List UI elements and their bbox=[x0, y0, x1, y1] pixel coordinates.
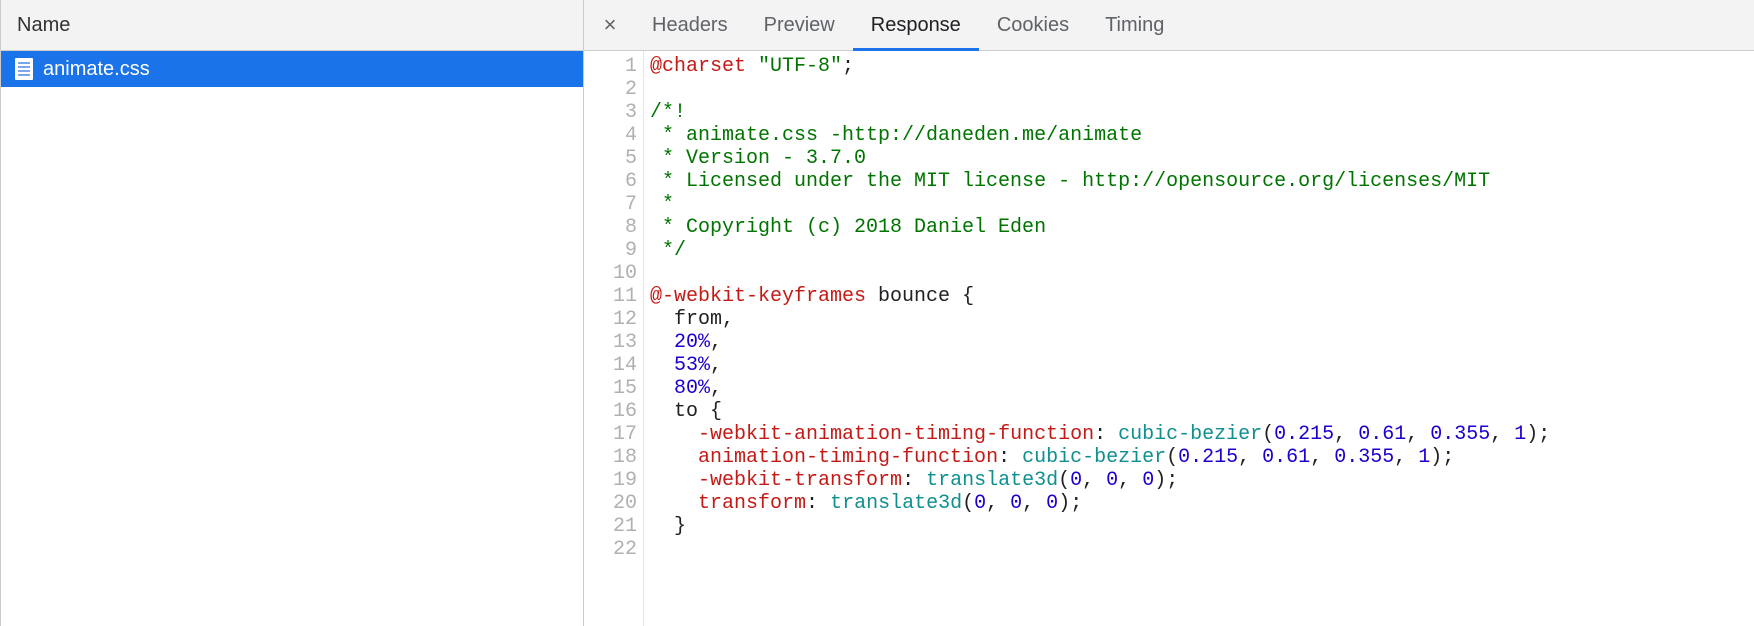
line-number: 15 bbox=[584, 377, 637, 400]
code-line: @charset "UTF-8"; bbox=[650, 55, 1754, 78]
tab-timing[interactable]: Timing bbox=[1087, 0, 1182, 51]
code-line: transform: translate3d(0, 0, 0); bbox=[650, 492, 1754, 515]
line-number: 12 bbox=[584, 308, 637, 331]
code-line bbox=[650, 262, 1754, 285]
code-line: 80%, bbox=[650, 377, 1754, 400]
request-list[interactable]: animate.css bbox=[1, 51, 583, 626]
line-number: 2 bbox=[584, 78, 637, 101]
detail-tabs-header: × Headers Preview Response Cookies Timin… bbox=[584, 0, 1754, 51]
line-number: 21 bbox=[584, 515, 637, 538]
line-number-gutter: 12345678910111213141516171819202122 bbox=[584, 51, 644, 626]
code-line: to { bbox=[650, 400, 1754, 423]
code-line bbox=[650, 78, 1754, 101]
line-number: 9 bbox=[584, 239, 637, 262]
code-line: -webkit-animation-timing-function: cubic… bbox=[650, 423, 1754, 446]
tab-cookies[interactable]: Cookies bbox=[979, 0, 1087, 51]
line-number: 17 bbox=[584, 423, 637, 446]
tab-preview[interactable]: Preview bbox=[746, 0, 853, 51]
response-source-view[interactable]: 12345678910111213141516171819202122 @cha… bbox=[584, 51, 1754, 626]
file-icon bbox=[15, 58, 33, 80]
line-number: 4 bbox=[584, 124, 637, 147]
line-number: 20 bbox=[584, 492, 637, 515]
code-line: * Version - 3.7.0 bbox=[650, 147, 1754, 170]
line-number: 1 bbox=[584, 55, 637, 78]
code-line: -webkit-transform: translate3d(0, 0, 0); bbox=[650, 469, 1754, 492]
line-number: 16 bbox=[584, 400, 637, 423]
code-line: /*! bbox=[650, 101, 1754, 124]
code-line: @-webkit-keyframes bounce { bbox=[650, 285, 1754, 308]
tab-response[interactable]: Response bbox=[853, 0, 979, 51]
line-number: 14 bbox=[584, 354, 637, 377]
line-number: 6 bbox=[584, 170, 637, 193]
line-number: 5 bbox=[584, 147, 637, 170]
code-line bbox=[650, 538, 1754, 561]
request-list-header[interactable]: Name bbox=[1, 0, 583, 51]
code-line: } bbox=[650, 515, 1754, 538]
line-number: 22 bbox=[584, 538, 637, 561]
request-row[interactable]: animate.css bbox=[1, 51, 583, 87]
code-line: * Copyright (c) 2018 Daniel Eden bbox=[650, 216, 1754, 239]
devtools-network-panel: Name animate.css × Headers Preview Respo… bbox=[0, 0, 1754, 626]
tab-headers[interactable]: Headers bbox=[634, 0, 746, 51]
code-line: 53%, bbox=[650, 354, 1754, 377]
line-number: 10 bbox=[584, 262, 637, 285]
request-name: animate.css bbox=[43, 58, 150, 81]
request-detail-pane: × Headers Preview Response Cookies Timin… bbox=[584, 0, 1754, 626]
code-line: from, bbox=[650, 308, 1754, 331]
line-number: 7 bbox=[584, 193, 637, 216]
line-number: 19 bbox=[584, 469, 637, 492]
code-line: * bbox=[650, 193, 1754, 216]
close-icon[interactable]: × bbox=[594, 9, 626, 41]
line-number: 11 bbox=[584, 285, 637, 308]
source-code[interactable]: @charset "UTF-8"; /*! * animate.css -htt… bbox=[644, 51, 1754, 626]
line-number: 18 bbox=[584, 446, 637, 469]
line-number: 8 bbox=[584, 216, 637, 239]
line-number: 3 bbox=[584, 101, 637, 124]
code-line: */ bbox=[650, 239, 1754, 262]
code-line: * Licensed under the MIT license - http:… bbox=[650, 170, 1754, 193]
column-header-name: Name bbox=[17, 14, 70, 37]
code-line: 20%, bbox=[650, 331, 1754, 354]
line-number: 13 bbox=[584, 331, 637, 354]
code-line: animation-timing-function: cubic-bezier(… bbox=[650, 446, 1754, 469]
request-list-pane: Name animate.css bbox=[1, 0, 584, 626]
code-line: * animate.css -http://daneden.me/animate bbox=[650, 124, 1754, 147]
